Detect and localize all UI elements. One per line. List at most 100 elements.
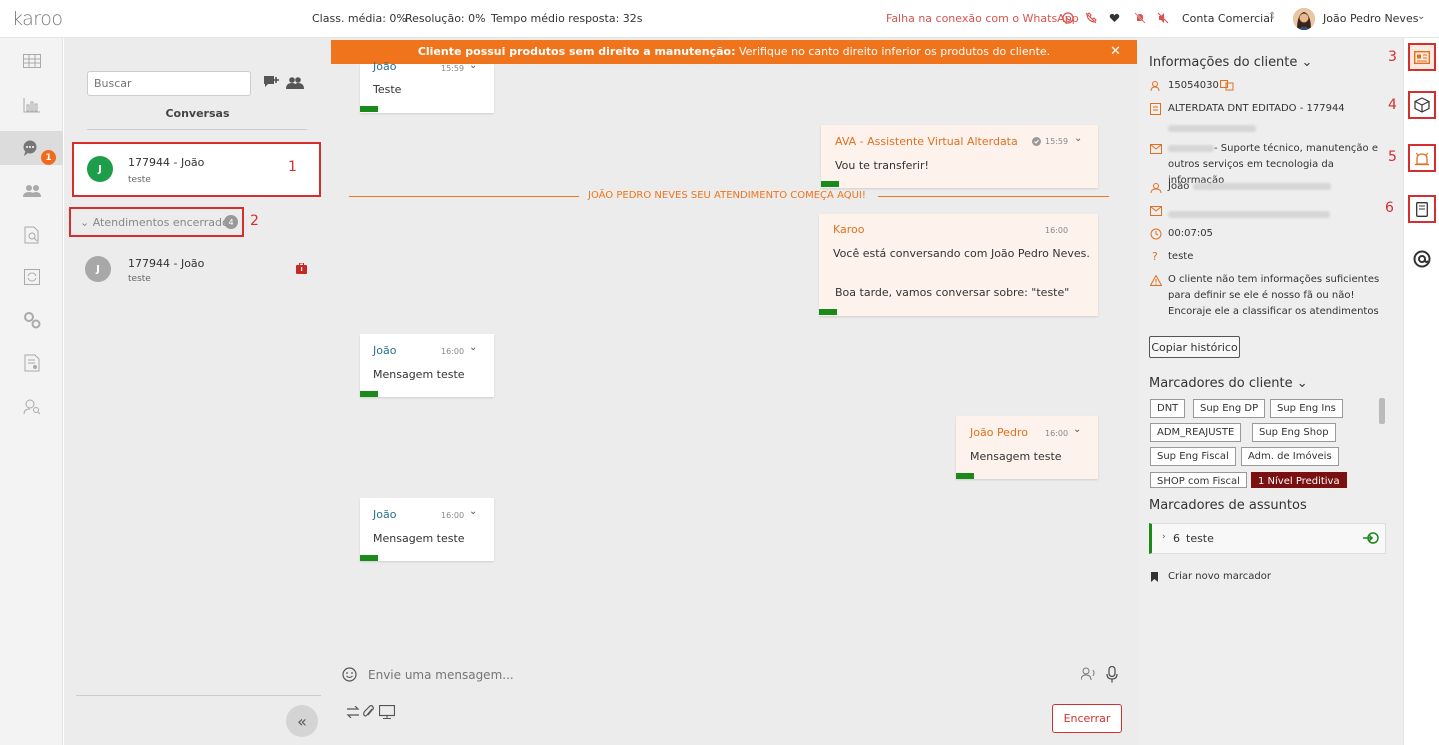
closed-conversations-label: ⌄ Atendimentos encerrados	[80, 216, 235, 229]
user-name[interactable]: João Pedro Neves	[1323, 12, 1418, 25]
client-info-title-text: Informações do cliente	[1149, 55, 1298, 70]
products-tool[interactable]	[1408, 91, 1436, 119]
chevron-down-icon[interactable]: ⌄	[469, 60, 477, 71]
redacted-text	[1168, 121, 1256, 134]
alarm-icon	[1414, 151, 1430, 166]
client-tags-title-text: Marcadores do cliente	[1149, 376, 1293, 391]
client-card-tool[interactable]	[1408, 43, 1436, 71]
close-icon[interactable]: ✕	[1110, 44, 1121, 59]
client-question: teste	[1168, 251, 1194, 262]
closed-count-badge: 4	[224, 215, 238, 229]
client-code: 15054030	[1168, 78, 1219, 94]
voice-user-icon[interactable]	[1081, 667, 1097, 681]
client-tag[interactable]: Sup Eng DP	[1193, 399, 1266, 418]
chat-badge: 1	[41, 150, 56, 165]
sound-off-icon[interactable]	[1155, 10, 1171, 26]
stat-avg-class: Class. média: 0%	[312, 12, 407, 25]
group-icon[interactable]	[286, 77, 304, 89]
app-logo[interactable]: karoo	[12, 8, 63, 30]
message-status-bar	[360, 391, 378, 397]
user-avatar[interactable]	[1293, 8, 1315, 30]
client-tag[interactable]: DNT	[1150, 399, 1186, 418]
closed-label-text: Atendimentos encerrados	[92, 216, 235, 229]
nav-sync-icon[interactable]	[0, 260, 63, 294]
client-tag-highlight[interactable]: 1 Nível Preditiva	[1251, 472, 1347, 488]
end-conversation-button[interactable]: Encerrar	[1052, 704, 1122, 733]
copy-history-button[interactable]: Copiar histórico	[1149, 336, 1240, 358]
enter-icon[interactable]	[1363, 532, 1379, 544]
message-sender: João Pedro	[970, 426, 1028, 439]
robot-icon	[1032, 137, 1041, 146]
account-selector[interactable]: Conta Comercial	[1182, 12, 1273, 25]
client-tag[interactable]: Sup Eng Fiscal	[1150, 447, 1236, 466]
conversation-item-active[interactable]: J 177944 - João teste	[72, 142, 321, 197]
message-time: 16:00	[1045, 429, 1069, 438]
notification-off-icon[interactable]	[1132, 10, 1148, 26]
emoji-icon[interactable]	[342, 667, 357, 682]
message-outgoing: AVA - Assistente Virtual Alterdata 15:59…	[821, 125, 1098, 188]
client-tag[interactable]: Sup Eng Shop	[1252, 423, 1336, 442]
new-conversation-icon[interactable]	[263, 75, 279, 90]
search-input[interactable]	[87, 71, 251, 96]
message-input[interactable]	[368, 668, 1068, 682]
paperclip-icon[interactable]	[363, 705, 375, 719]
nav-search-document-icon[interactable]	[0, 218, 63, 252]
nav-contacts-icon[interactable]	[0, 174, 63, 208]
notes-tool[interactable]	[1408, 195, 1436, 223]
message-outgoing: Karoo 16:00 Você está conversando com Jo…	[819, 214, 1098, 316]
nav-reports-icon[interactable]	[0, 88, 63, 122]
alerts-tool[interactable]	[1408, 144, 1436, 172]
subject-tag-item[interactable]: › 6 teste	[1149, 523, 1386, 554]
message-text: Vou te transferir!	[835, 159, 929, 172]
message-sender: Karoo	[833, 223, 865, 236]
client-tags-title[interactable]: Marcadores do cliente ⌄	[1149, 376, 1308, 391]
message-status-bar	[360, 555, 378, 561]
create-tag-link[interactable]: Criar novo marcador	[1168, 571, 1271, 582]
message-sender: João	[373, 344, 397, 357]
client-tag[interactable]: SHOP com Fiscal	[1150, 472, 1247, 488]
whatsapp-icon	[1060, 10, 1076, 26]
screen-share-icon[interactable]	[379, 705, 395, 719]
client-info-title[interactable]: Informações do cliente ⌄	[1149, 55, 1312, 70]
phone-off-icon[interactable]	[1083, 10, 1099, 26]
nav-report-user-icon[interactable]	[0, 346, 63, 380]
client-tag[interactable]: Adm. de Imóveis	[1241, 447, 1339, 466]
chevron-down-icon[interactable]: ⌄	[1074, 133, 1082, 144]
tags-scrollbar[interactable]	[1379, 398, 1385, 424]
chevron-down-icon[interactable]: ⌄	[469, 342, 477, 353]
contact-person-icon	[1150, 182, 1162, 194]
message-incoming: João 16:00 ⌄ Mensagem teste	[360, 498, 494, 561]
nav-settings-icon[interactable]	[0, 303, 63, 337]
message-status-bar	[956, 473, 974, 479]
annotation-label-3: 3	[1388, 49, 1397, 65]
collapse-panel-button[interactable]: «	[286, 705, 318, 737]
annotation-label-2: 2	[250, 213, 259, 229]
client-tag[interactable]: ADM_REAJUSTE	[1150, 423, 1242, 442]
question-icon: ?	[1152, 250, 1158, 263]
email-at-icon[interactable]	[1413, 250, 1431, 268]
copy-id-icon[interactable]	[1220, 80, 1234, 91]
conversation-item-closed[interactable]: J 177944 - João teste	[72, 245, 321, 295]
conversation-name: 177944 - João	[128, 156, 205, 169]
message-text: Boa tarde, vamos conversar sobre: "teste…	[835, 286, 1070, 299]
chevron-down-icon: ⌄	[1301, 55, 1313, 70]
chevron-down-icon[interactable]: ⌄	[1073, 424, 1081, 435]
chevron-updown-icon: ⇕	[1268, 11, 1277, 22]
heart-icon[interactable]	[1106, 10, 1122, 26]
transfer-icon[interactable]	[346, 706, 360, 718]
message-time: 16:00	[1045, 226, 1069, 235]
clock-icon	[1150, 228, 1162, 240]
id-card-icon	[1414, 50, 1430, 64]
whatsapp-connection-status[interactable]: Falha na conexão com o WhatsApp	[886, 12, 1079, 25]
message-incoming: João 16:00 ⌄ Mensagem teste	[360, 334, 494, 397]
client-tag[interactable]: Sup Eng Ins	[1270, 399, 1343, 418]
chevron-down-icon[interactable]: ⌄	[469, 506, 477, 517]
user-id-icon	[1150, 80, 1162, 92]
banner-text: Verifique no canto direito inferior os p…	[735, 45, 1051, 58]
annotation-label-6: 6	[1385, 200, 1394, 216]
nav-dashboard-icon[interactable]	[0, 44, 63, 78]
nav-user-search-icon[interactable]	[0, 390, 63, 424]
microphone-icon[interactable]	[1106, 666, 1118, 683]
box-icon	[1414, 97, 1430, 113]
message-sender: João	[373, 60, 397, 73]
